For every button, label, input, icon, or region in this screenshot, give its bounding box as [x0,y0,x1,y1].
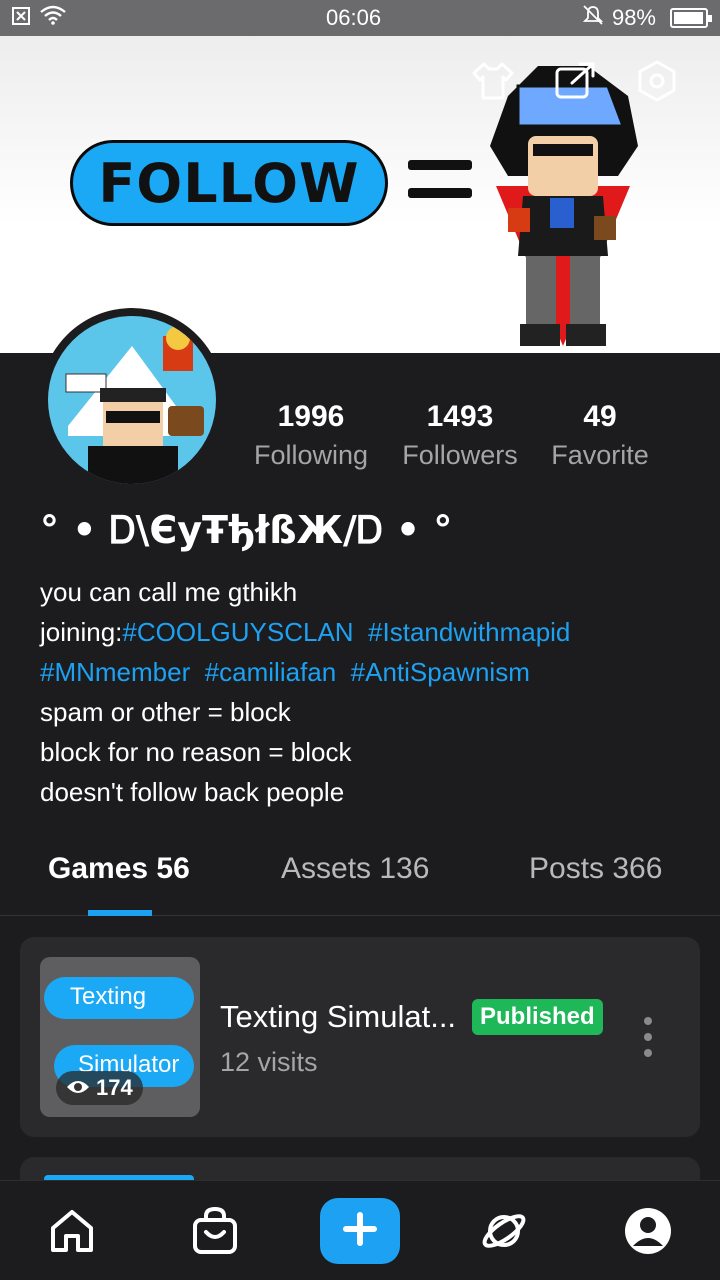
status-left [12,5,66,31]
stat-followers-label: Followers [402,440,518,470]
profile-icon[interactable] [620,1203,676,1259]
game-title[interactable]: Texting Simulat... [220,999,456,1035]
bio-line: you can call me gthikh [40,577,298,607]
thumb-bubble-top: Texting [44,977,194,1019]
banner-action-icons [470,58,680,104]
views-count: 174 [96,1075,133,1100]
bio-line: block for no reason = block [40,737,352,767]
settings-icon[interactable] [634,58,680,104]
avatar-image [65,326,204,484]
stat-following-label: Following [253,440,369,470]
battery-icon [670,8,712,28]
stat-followers[interactable]: 1493 Followers [400,400,520,471]
status-right: 98% [582,4,712,32]
bottom-nav [0,1180,720,1280]
bio-line: spam or other = block [40,697,291,727]
game-thumbnail[interactable]: Texting Simulator 174 [40,957,200,1117]
bio-line: joining:#COOLGUYSCLAN #Istandwithmapid [40,612,700,652]
share-icon[interactable] [552,58,598,104]
bio-line: doesn't follow back people [40,777,345,807]
hashtag-link[interactable]: #COOLGUYSCLAN [122,617,353,647]
tab-games[interactable]: Games 56 [48,852,190,886]
bio-line: #MNmember #camiliafan #AntiSpawnism [40,652,700,692]
hashtag-link[interactable]: #Istandwithmapid [368,617,570,647]
explore-icon[interactable] [476,1203,532,1259]
wifi-icon [40,5,66,31]
game-card[interactable]: Texting Simulator 174 Texting Simulat...… [20,937,700,1137]
profile-bio: you can call me gthikh joining:#COOLGUYS… [40,572,700,812]
shirt-icon[interactable] [470,58,516,104]
status-bar: 06:06 98% [0,0,720,36]
hashtag-link[interactable]: #AntiSpawnism [351,657,530,687]
more-options-icon[interactable] [640,1017,656,1061]
stat-favorite-count: 49 [583,400,617,433]
avatar[interactable] [48,316,216,484]
stat-following-count: 1996 [277,400,345,433]
stat-followers-count: 1493 [426,400,494,433]
hashtag-link[interactable]: #camiliafan [205,657,337,687]
banner-equals-sign [408,160,472,200]
bio-text: joining: [40,617,123,647]
tab-posts[interactable]: Posts 366 [529,852,662,886]
home-icon[interactable] [44,1203,100,1259]
profile-display-name: ° • Ꭰ\ЄуŦђłßЖ/Ꭰ • ° [40,508,453,552]
hashtag-link[interactable]: #MNmember [40,657,190,687]
battery-percent: 98% [611,5,656,30]
game-visits: 12 visits [220,1047,318,1077]
battery-fill [674,12,704,24]
avatar-frame [40,308,224,492]
mute-icon [582,4,604,32]
plus-icon [343,1211,377,1251]
stat-favorite-label: Favorite [551,440,649,470]
banner-follow-pill: FOLLOW [70,140,388,226]
screenshot-icon [12,5,30,31]
published-badge: Published [472,999,603,1035]
status-time: 06:06 [326,5,382,30]
stat-following[interactable]: 1996 Following [252,400,370,471]
profile-banner: FOLLOW [0,36,720,353]
eye-icon [66,1075,90,1101]
shop-icon[interactable] [187,1203,243,1259]
stat-favorite[interactable]: 49 Favorite [550,400,650,471]
active-tab-indicator [88,910,152,916]
create-button[interactable] [320,1198,400,1264]
profile-tabs: Games 56 Assets 136 Posts 366 [0,846,720,916]
tab-assets[interactable]: Assets 136 [281,852,429,886]
views-badge: 174 [56,1071,143,1105]
